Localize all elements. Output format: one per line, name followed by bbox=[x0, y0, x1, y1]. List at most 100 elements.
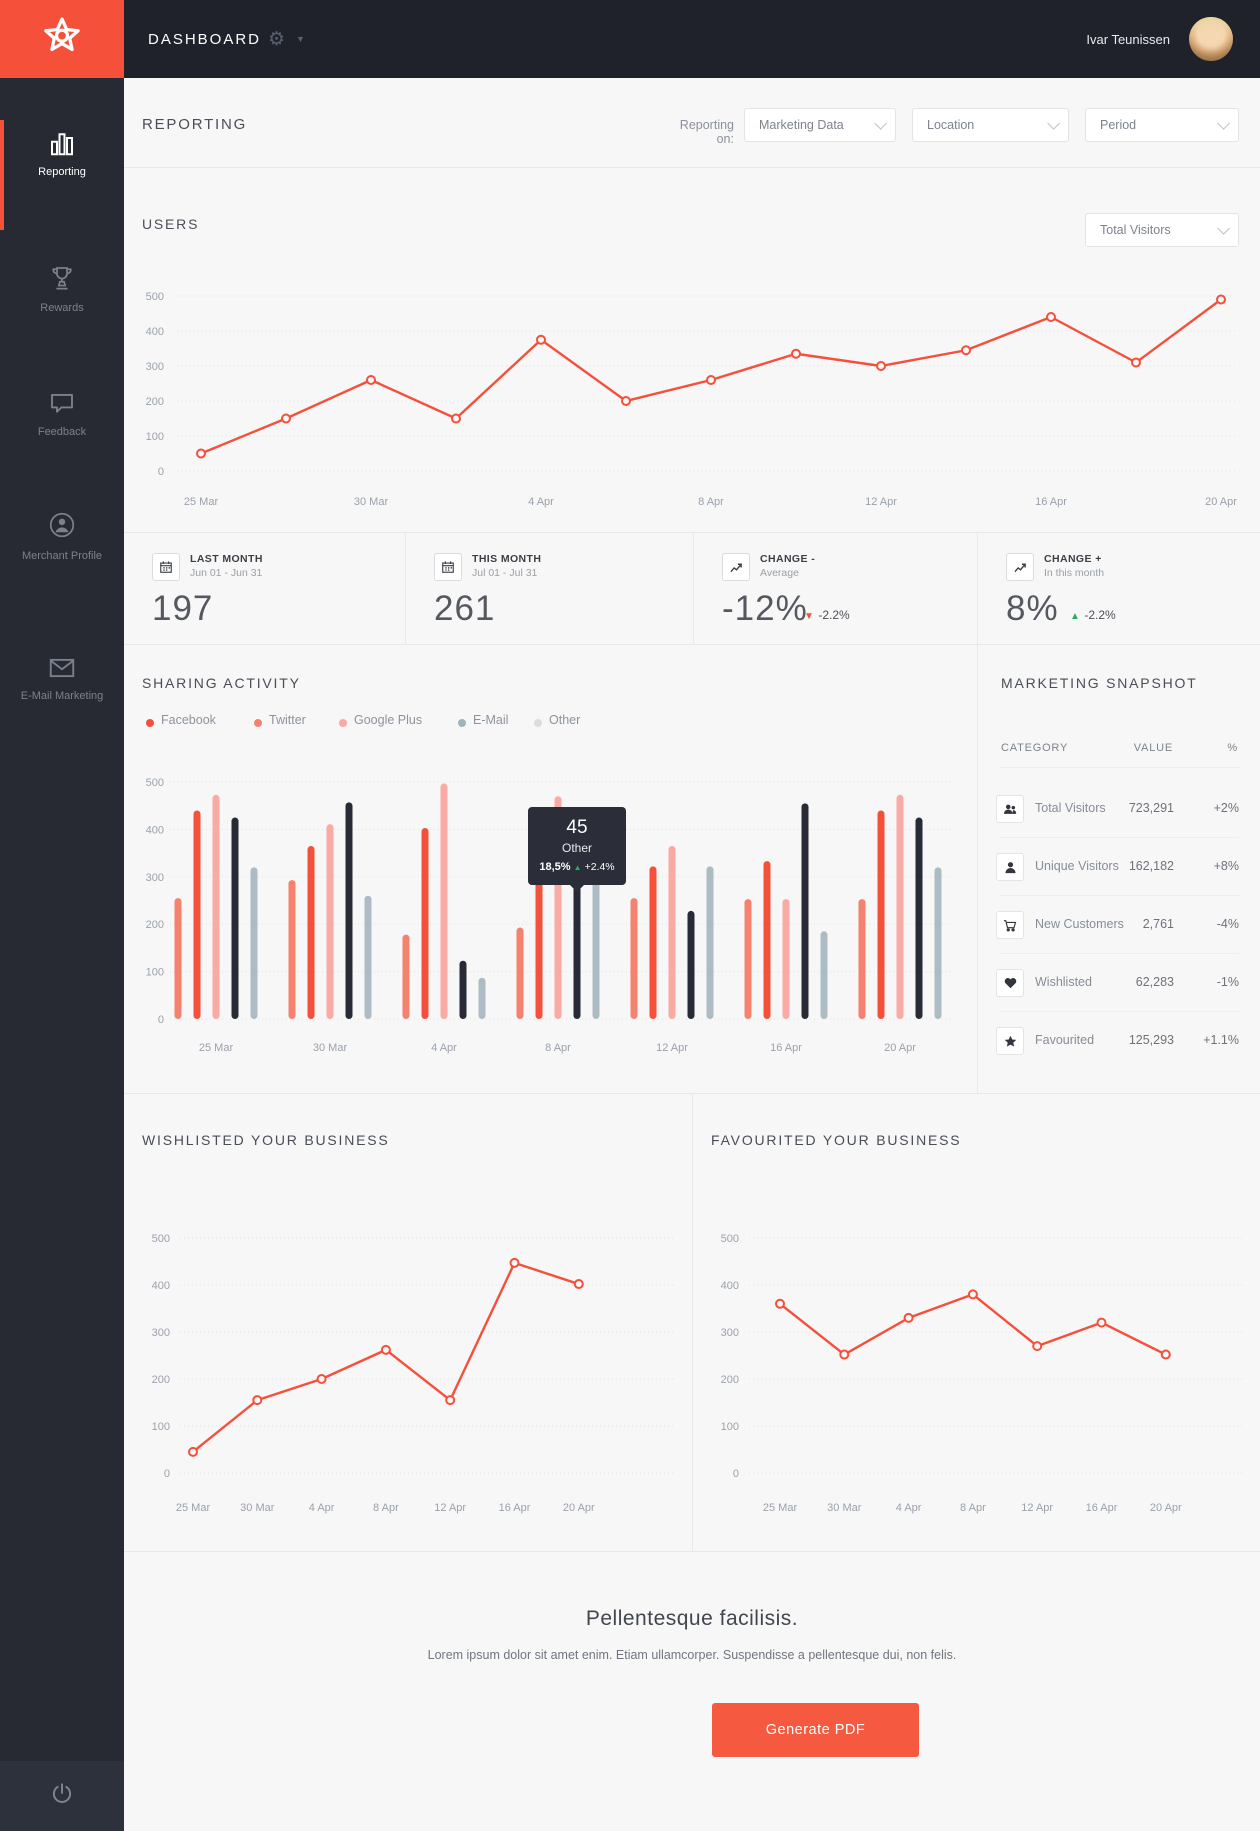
stat-value: -12% bbox=[722, 589, 808, 629]
person-icon bbox=[0, 510, 124, 540]
svg-text:500: 500 bbox=[146, 777, 164, 789]
wishlisted-section: WISHLISTED YOUR BUSINESS 010020030040050… bbox=[124, 1094, 692, 1552]
svg-text:30 Mar: 30 Mar bbox=[313, 1042, 348, 1054]
triangle-down-icon: ▼ bbox=[804, 611, 814, 622]
sidebar-item-email-marketing[interactable]: E-Mail Marketing bbox=[0, 656, 124, 704]
sidebar-item-rewards[interactable]: Rewards bbox=[0, 264, 124, 316]
user-icon bbox=[996, 853, 1024, 881]
svg-text:500: 500 bbox=[721, 1233, 739, 1245]
trend-icon bbox=[1006, 553, 1034, 581]
chevron-down-icon[interactable]: ▼ bbox=[296, 0, 305, 78]
chevron-down-icon bbox=[874, 117, 887, 130]
column-header-value: VALUE bbox=[1134, 742, 1173, 754]
row-pct: -1% bbox=[1217, 975, 1239, 989]
stat-sub: Jul 01 - Jul 31 bbox=[472, 567, 537, 579]
users-line-chart: 010020030040050025 Mar30 Mar4 Apr8 Apr12… bbox=[124, 168, 1260, 533]
marketing-data-dropdown[interactable]: Marketing Data bbox=[744, 108, 896, 142]
tooltip-value: 45 bbox=[528, 817, 626, 839]
page-title: DASHBOARD bbox=[148, 0, 261, 78]
row-value: 125,293 bbox=[1129, 1033, 1174, 1047]
svg-text:500: 500 bbox=[146, 291, 164, 303]
svg-text:12 Apr: 12 Apr bbox=[434, 1502, 466, 1514]
svg-text:16 Apr: 16 Apr bbox=[1086, 1502, 1118, 1514]
logout-button[interactable] bbox=[0, 1761, 124, 1831]
stat-change-minus: CHANGE - Average -12% ▼ -2.2% bbox=[693, 533, 977, 645]
sidebar-item-reporting[interactable]: Reporting bbox=[0, 130, 124, 180]
stat-label: LAST MONTH bbox=[190, 553, 263, 565]
wishlisted-line-chart: 010020030040050025 Mar30 Mar4 Apr8 Apr12… bbox=[124, 1094, 692, 1552]
footer: Pellentesque facilisis. Lorem ipsum dolo… bbox=[124, 1552, 1260, 1831]
svg-text:200: 200 bbox=[146, 396, 164, 408]
reporting-header: REPORTING Reporting on: Marketing Data L… bbox=[124, 78, 1260, 168]
svg-text:20 Apr: 20 Apr bbox=[1205, 496, 1237, 508]
cart-icon bbox=[996, 911, 1024, 939]
sidebar-item-label: Merchant Profile bbox=[0, 549, 124, 564]
svg-text:400: 400 bbox=[152, 1280, 170, 1292]
dropdown-value: Marketing Data bbox=[759, 118, 844, 132]
row-value: 2,761 bbox=[1143, 917, 1174, 931]
trend-icon bbox=[722, 553, 750, 581]
stat-label: CHANGE + bbox=[1044, 553, 1102, 565]
user-name: Ivar Teunissen bbox=[950, 0, 1170, 78]
app-logo[interactable] bbox=[0, 0, 124, 78]
svg-text:400: 400 bbox=[721, 1280, 739, 1292]
bar-chart-icon bbox=[0, 130, 124, 156]
period-dropdown[interactable]: Period bbox=[1085, 108, 1239, 142]
svg-text:12 Apr: 12 Apr bbox=[1021, 1502, 1053, 1514]
column-header-pct: % bbox=[1227, 742, 1238, 754]
svg-text:8 Apr: 8 Apr bbox=[698, 496, 724, 508]
svg-text:0: 0 bbox=[158, 1014, 164, 1026]
section-title: REPORTING bbox=[142, 116, 247, 133]
row-label: Unique Visitors bbox=[1035, 859, 1119, 873]
sidebar: Reporting Rewards Feedback Merchant Prof… bbox=[0, 78, 124, 1831]
dropdown-value: Location bbox=[927, 118, 974, 132]
gear-icon[interactable]: ⚙ bbox=[268, 0, 285, 78]
snapshot-row-total-visitors[interactable]: Total Visitors 723,291 +2% bbox=[978, 779, 1260, 837]
sidebar-item-feedback[interactable]: Feedback bbox=[0, 390, 124, 440]
stat-value: 261 bbox=[434, 589, 495, 629]
row-label: New Customers bbox=[1035, 917, 1124, 931]
dashboard-page: DASHBOARD ⚙ ▼ Ivar Teunissen Reporting R… bbox=[0, 0, 1260, 1831]
svg-text:0: 0 bbox=[733, 1468, 739, 1480]
stat-label: CHANGE - bbox=[760, 553, 815, 565]
chevron-down-icon bbox=[1217, 117, 1230, 130]
reporting-on-label: Reporting on: bbox=[660, 118, 734, 146]
svg-text:300: 300 bbox=[146, 872, 164, 884]
sharing-activity-section: SHARING ACTIVITY Facebook Twitter Google… bbox=[124, 645, 977, 1094]
svg-text:400: 400 bbox=[146, 824, 164, 836]
row-pct: +1.1% bbox=[1203, 1033, 1239, 1047]
stat-sub: Jun 01 - Jun 31 bbox=[190, 567, 262, 579]
svg-text:8 Apr: 8 Apr bbox=[373, 1502, 399, 1514]
heart-icon bbox=[996, 969, 1024, 997]
snapshot-row-wishlisted[interactable]: Wishlisted 62,283 -1% bbox=[978, 953, 1260, 1011]
svg-text:4 Apr: 4 Apr bbox=[896, 1502, 922, 1514]
snapshot-row-favourited[interactable]: Favourited 125,293 +1.1% bbox=[978, 1011, 1260, 1069]
svg-text:300: 300 bbox=[152, 1327, 170, 1339]
stat-value: 8% bbox=[1006, 589, 1059, 629]
star-icon bbox=[996, 1027, 1024, 1055]
calendar-icon bbox=[434, 553, 462, 581]
snapshot-row-unique-visitors[interactable]: Unique Visitors 162,182 +8% bbox=[978, 837, 1260, 895]
row-pct: +2% bbox=[1214, 801, 1239, 815]
row-pct: +8% bbox=[1214, 859, 1239, 873]
row-pct: -4% bbox=[1217, 917, 1239, 931]
svg-text:20 Apr: 20 Apr bbox=[1150, 1502, 1182, 1514]
avatar[interactable] bbox=[1189, 17, 1233, 61]
stat-delta: ▼ -2.2% bbox=[804, 606, 850, 624]
svg-text:200: 200 bbox=[146, 919, 164, 931]
trophy-icon bbox=[0, 264, 124, 292]
svg-text:100: 100 bbox=[152, 1421, 170, 1433]
svg-text:16 Apr: 16 Apr bbox=[770, 1042, 802, 1054]
stat-label: THIS MONTH bbox=[472, 553, 541, 565]
svg-text:30 Mar: 30 Mar bbox=[827, 1502, 862, 1514]
generate-pdf-button[interactable]: Generate PDF bbox=[712, 1703, 919, 1757]
svg-text:20 Apr: 20 Apr bbox=[884, 1042, 916, 1054]
svg-text:400: 400 bbox=[146, 326, 164, 338]
triangle-up-icon: ▲ bbox=[1070, 611, 1080, 622]
sidebar-item-merchant-profile[interactable]: Merchant Profile bbox=[0, 510, 124, 564]
snapshot-row-new-customers[interactable]: New Customers 2,761 -4% bbox=[978, 895, 1260, 953]
stat-this-month: THIS MONTH Jul 01 - Jul 31 261 bbox=[405, 533, 693, 645]
tooltip-pct: 18,5% bbox=[539, 861, 570, 873]
star-logo-icon bbox=[40, 15, 84, 64]
location-dropdown[interactable]: Location bbox=[912, 108, 1069, 142]
